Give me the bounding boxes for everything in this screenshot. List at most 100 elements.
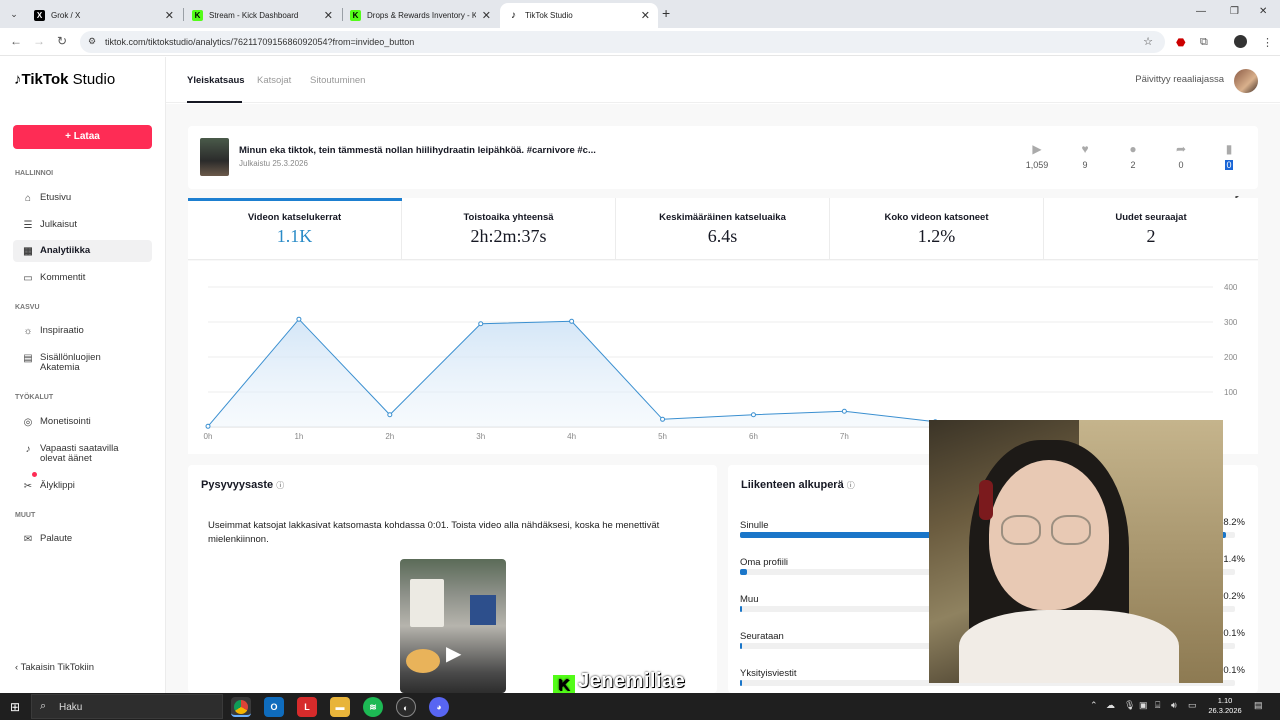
windows-start-icon[interactable]: ⊞ <box>10 700 20 714</box>
browser-tab-grok[interactable]: X Grok / X ✕ <box>26 3 182 28</box>
info-icon[interactable]: ⓘ <box>276 481 284 490</box>
reload-icon[interactable]: ↻ <box>57 34 67 48</box>
back-icon[interactable]: ← <box>10 34 22 48</box>
sidebar-item-sounds[interactable]: ♪ Vapaasti saatavilla olevat äänet <box>13 440 152 470</box>
close-tab-icon[interactable]: ✕ <box>641 9 650 22</box>
tiktok-studio-logo[interactable]: ♪TikTok Studio <box>14 71 115 88</box>
profile-icon[interactable] <box>1234 35 1247 48</box>
adblock-extension-icon[interactable]: ⬣ <box>1176 36 1186 49</box>
sidebar-item-posts[interactable]: ☰ Julkaisut <box>13 214 152 236</box>
browser-tab-kick-dashboard[interactable]: K Stream - Kick Dashboard ✕ <box>184 3 341 28</box>
tab-overview[interactable]: Yleiskatsaus <box>187 75 245 86</box>
x-tick-label: 2h <box>385 432 394 441</box>
play-icon[interactable]: ▶ <box>446 641 461 666</box>
x-logo-icon: X <box>34 10 45 21</box>
sidebar-item-feedback[interactable]: ✉ Palaute <box>13 528 152 550</box>
minimize-icon[interactable]: — <box>1196 6 1206 17</box>
traffic-percent: 0.1% <box>1223 628 1245 639</box>
new-tab-icon[interactable]: + <box>662 5 670 21</box>
logo-brand: TikTok <box>21 71 69 88</box>
sidebar-item-analytics[interactable]: ▦ Analytiikka <box>13 240 152 262</box>
tab-engagement[interactable]: Sitoutuminen <box>310 75 365 86</box>
spotify-app-icon[interactable]: ≋ <box>363 697 383 717</box>
chrome-app-icon[interactable] <box>231 697 251 717</box>
close-tab-icon[interactable]: ✕ <box>324 9 333 22</box>
x-tick-label: 6h <box>749 432 758 441</box>
chrome-menu-icon[interactable]: ⋮ <box>1262 36 1273 49</box>
metric-new-followers[interactable]: Uudet seuraajat 2 <box>1044 198 1258 260</box>
sidebar-item-comments[interactable]: ▭ Kommentit <box>13 267 152 289</box>
cloud-icon[interactable]: ☁ <box>1106 700 1115 711</box>
browser-tab-kick-drops[interactable]: K Drops & Rewards Inventory - K ✕ <box>342 3 499 28</box>
sidebar-item-monetization[interactable]: ◎ Monetisointi <box>13 411 152 433</box>
video-thumbnail[interactable] <box>200 138 229 176</box>
back-to-tiktok-link[interactable]: ‹ Takaisin TikTokiin <box>15 662 94 673</box>
retention-title: Pysyvyysaste ⓘ <box>201 479 285 491</box>
comment-bubble-icon: ● <box>1129 142 1137 156</box>
l-app-icon[interactable]: L <box>297 697 317 717</box>
section-grow: KASVU <box>15 304 40 311</box>
data-point <box>750 412 756 418</box>
avatar[interactable] <box>1234 69 1258 93</box>
microphone-icon[interactable]: 🎙︎ <box>1124 700 1135 711</box>
outlook-app-icon[interactable]: O <box>264 697 284 717</box>
traffic-bar-fill <box>740 569 747 575</box>
battery-icon[interactable]: ▭ <box>1188 700 1197 711</box>
forward-icon[interactable]: → <box>33 34 45 48</box>
academy-icon: ▤ <box>23 353 33 364</box>
tab-search-chevron-icon[interactable]: ⌄ <box>6 6 22 22</box>
active-tab-underline <box>187 101 242 103</box>
metric-total-play-time[interactable]: Toistoaika yhteensä 2h:2m:37s <box>402 198 616 260</box>
money-icon: ◎ <box>23 416 33 428</box>
sidebar-item-smartclip[interactable]: ✂ Älyklippi <box>13 472 152 497</box>
info-icon[interactable]: ⓘ <box>847 481 855 490</box>
close-tab-icon[interactable]: ✕ <box>482 9 491 22</box>
section-tools: TYÖKALUT <box>15 394 54 401</box>
y-tick-label: 200 <box>1224 353 1238 362</box>
y-tick-label: 400 <box>1224 283 1238 292</box>
data-point <box>205 423 211 429</box>
close-tab-icon[interactable]: ✕ <box>165 9 174 22</box>
file-explorer-icon[interactable]: ▬ <box>330 697 350 717</box>
browser-tab-tiktok-studio[interactable]: ♪ TikTok Studio ✕ <box>500 3 658 28</box>
close-window-icon[interactable]: ✕ <box>1259 6 1267 17</box>
retention-card: Pysyvyysaste ⓘ Useimmat katsojat lakkasiv… <box>188 465 717 693</box>
tray-chevron-icon[interactable]: ⌃ <box>1090 700 1098 711</box>
discord-app-icon[interactable]: ◕ <box>429 697 449 717</box>
retention-video-preview[interactable]: ▶ <box>400 559 506 693</box>
tab-viewers[interactable]: Katsojat <box>257 75 291 86</box>
metric-watched-full-video[interactable]: Koko videon katsoneet 1.2% <box>830 198 1044 260</box>
data-point <box>478 321 484 327</box>
display-icon[interactable]: ▣ <box>1139 700 1148 711</box>
bookmark-star-icon[interactable]: ☆ <box>1143 35 1153 48</box>
obs-app-icon[interactable]: ◐ <box>396 697 416 717</box>
x-tick-label: 1h <box>294 432 303 441</box>
data-point <box>660 416 666 422</box>
restore-icon[interactable]: ❐ <box>1230 6 1239 17</box>
tab-title: Drops & Rewards Inventory - K <box>367 11 476 20</box>
sidebar-item-inspiration[interactable]: ☼ Inspiraatio <box>13 320 152 342</box>
upload-button[interactable]: + Lataa <box>13 125 152 149</box>
traffic-label: Yksityisviestit <box>740 668 797 679</box>
traffic-label: Sinulle <box>740 520 769 531</box>
windows-taskbar: ⊞ ⌕ Haku O L ▬ ≋ ◐ ◕ ⌃ ☁ 🎙︎ ▣ ⌸ 🔊︎ ▭ 1.1… <box>0 693 1280 720</box>
metric-views[interactable]: Videon katselukerrat 1.1K <box>188 198 402 260</box>
traffic-percent: 1.4% <box>1223 554 1245 565</box>
search-icon: ⌕ <box>40 700 47 712</box>
traffic-percent: 0.2% <box>1223 591 1245 602</box>
taskbar-search[interactable]: ⌕ Haku <box>31 694 223 719</box>
network-icon[interactable]: ⌸ <box>1155 700 1160 711</box>
sidebar-item-home[interactable]: ⌂ Etusivu <box>13 187 152 209</box>
sidebar-item-academy[interactable]: ▤ Sisällönluojien Akatemia <box>13 349 152 379</box>
address-bar[interactable]: ⚙ tiktok.com/tiktokstudio/analytics/7621… <box>80 31 1165 53</box>
tab-title: Grok / X <box>51 11 81 20</box>
tiktok-logo-icon: ♪ <box>511 10 516 21</box>
system-clock[interactable]: 1.10 26.3.2026 <box>1206 696 1244 716</box>
site-info-icon[interactable]: ⚙ <box>88 36 96 47</box>
url-text[interactable]: tiktok.com/tiktokstudio/analytics/762117… <box>105 37 414 47</box>
volume-icon[interactable]: 🔊︎ <box>1171 700 1177 711</box>
y-tick-label: 300 <box>1224 318 1238 327</box>
notification-icon[interactable]: ▤ <box>1254 700 1263 711</box>
metric-average-watch-time[interactable]: Keskimääräinen katseluaika 6.4s <box>616 198 830 260</box>
extensions-puzzle-icon[interactable]: ⧉ <box>1200 36 1208 49</box>
